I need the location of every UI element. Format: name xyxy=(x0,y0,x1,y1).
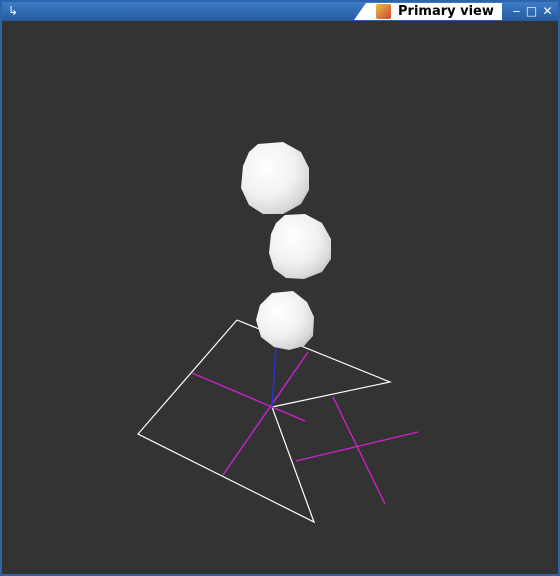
3d-viewport[interactable] xyxy=(4,21,556,572)
app-icon xyxy=(376,4,391,19)
close-icon[interactable]: ✕ xyxy=(541,4,554,18)
window-title: Primary view xyxy=(398,4,494,19)
sphere-stack xyxy=(241,142,331,350)
maximize-icon[interactable]: □ xyxy=(525,4,538,18)
primary-view-window: ↳ Primary view ‒ □ ✕ xyxy=(0,0,560,576)
title-tab[interactable]: Primary view xyxy=(354,3,502,20)
sphere-bottom xyxy=(256,291,314,350)
axis-line-d xyxy=(295,431,419,462)
wireframe-plane-left xyxy=(137,319,316,524)
window-menu-icon[interactable]: ↳ xyxy=(6,4,20,18)
sphere-top xyxy=(241,142,309,214)
scene-canvas[interactable] xyxy=(4,21,556,572)
sphere-middle xyxy=(269,214,331,279)
axis-line-b xyxy=(222,351,309,476)
minimize-icon[interactable]: ‒ xyxy=(510,4,523,18)
title-bar[interactable]: ↳ Primary view ‒ □ ✕ xyxy=(2,2,558,21)
